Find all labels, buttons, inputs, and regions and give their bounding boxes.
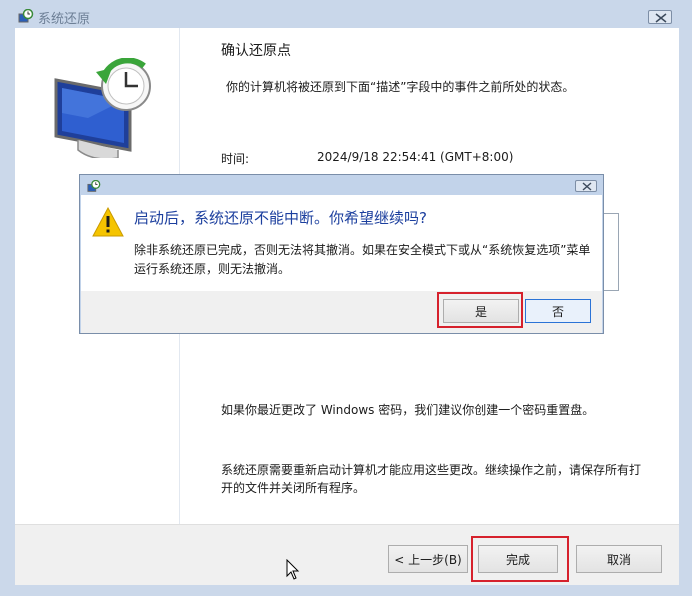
dialog-heading: 启动后，系统还原不能中断。你希望继续吗? bbox=[134, 209, 427, 227]
title-bar: 系统还原 bbox=[0, 0, 692, 30]
system-restore-icon bbox=[87, 179, 101, 194]
time-label: 时间: bbox=[221, 152, 250, 166]
description-text: 你的计算机将被还原到下面“描述”字段中的事件之前所处的状态。 bbox=[226, 80, 575, 94]
dialog-message: 除非系统还原已完成，否则无法将其撤消。如果在安全模式下或从“系统恢复选项”菜单运… bbox=[134, 243, 591, 276]
system-restore-hero-icon bbox=[48, 57, 158, 161]
back-button[interactable]: < 上一步(B) bbox=[388, 545, 468, 573]
mouse-cursor-icon bbox=[286, 558, 300, 584]
window-title: 系统还原 bbox=[38, 12, 91, 27]
system-restore-icon bbox=[18, 8, 34, 25]
yes-highlight-box bbox=[437, 292, 523, 328]
dialog-button-bar: 是 否 bbox=[81, 291, 602, 333]
wizard-footer: < 上一步(B) 完成 取消 bbox=[15, 524, 679, 585]
cancel-button[interactable]: 取消 bbox=[576, 545, 662, 573]
finish-highlight-box bbox=[471, 536, 569, 582]
dialog-body: 启动后，系统还原不能中断。你希望继续吗? 除非系统还原已完成，否则无法将其撤消。… bbox=[81, 195, 602, 291]
close-button[interactable] bbox=[648, 10, 672, 24]
close-icon bbox=[582, 182, 592, 191]
confirm-dialog: 启动后，系统还原不能中断。你希望继续吗? 除非系统还原已完成，否则无法将其撤消。… bbox=[79, 174, 604, 334]
password-reset-note: 如果你最近更改了 Windows 密码，我们建议你创建一个密码重置盘。 bbox=[221, 403, 595, 417]
no-button[interactable]: 否 bbox=[525, 299, 591, 323]
warning-icon bbox=[92, 206, 124, 240]
time-value: 2024/9/18 22:54:41 (GMT+8:00) bbox=[317, 150, 514, 164]
page-title: 确认还原点 bbox=[221, 43, 291, 59]
dialog-close-button[interactable] bbox=[575, 180, 597, 192]
close-icon bbox=[655, 13, 667, 23]
restart-note: 系统还原需要重新启动计算机才能应用这些更改。继续操作之前，请保存所有打开的文件并… bbox=[221, 463, 642, 495]
